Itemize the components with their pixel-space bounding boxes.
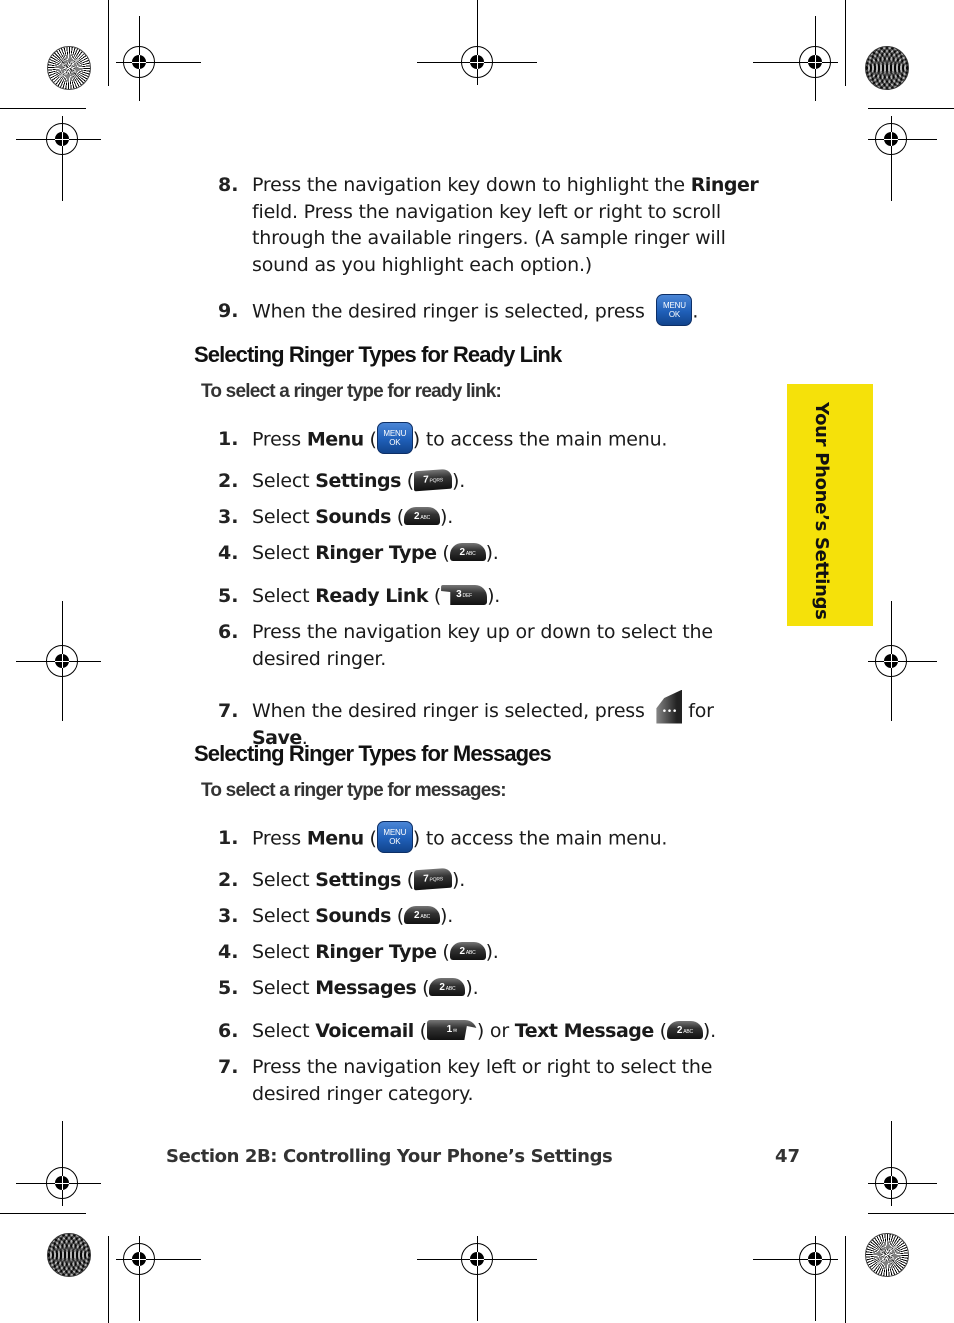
step-text: Select Messages (2ABC). (252, 977, 479, 999)
step-number: 7. (218, 1056, 239, 1078)
step-text: Press the navigation key down to highlig… (252, 174, 759, 276)
key-2-abc-icon: 2ABC (666, 1021, 703, 1039)
step-number: 2. (218, 869, 239, 891)
menu-ok-key-icon: MENU OK (656, 294, 693, 326)
trim-line (845, 1236, 846, 1323)
step-item: 4. Select Ringer Type (2ABC). (218, 540, 778, 570)
step-number: 7. (218, 700, 239, 722)
step-item: 8. Press the navigation key down to high… (218, 172, 778, 282)
footer-section-title: Section 2B: Controlling Your Phone’s Set… (166, 1146, 613, 1167)
trim-line (845, 0, 846, 86)
side-tab-label: Your Phone’s Settings (811, 402, 832, 620)
key-7-pqrs-icon: 7PQRS (414, 468, 453, 492)
trim-line (868, 108, 954, 109)
step-text: Select Ringer Type (2ABC). (252, 941, 499, 963)
moire-mark-icon (47, 1233, 91, 1277)
section-heading-messages: Selecting Ringer Types for Messages (194, 741, 552, 766)
step-text: Select Ringer Type (2ABC). (252, 542, 499, 564)
step-item: 9. When the desired ringer is selected, … (218, 294, 778, 328)
step-item: 7. When the desired ringer is selected, … (218, 689, 778, 749)
step-item: 7. Press the navigation key left or righ… (218, 1054, 778, 1110)
step-item: 5. Select Messages (2ABC). (218, 975, 778, 1005)
key-2-abc-icon: 2ABC (429, 978, 466, 996)
page-number: 47 (775, 1146, 801, 1167)
trim-line (108, 1236, 109, 1323)
softkey-icon: ••• (656, 689, 683, 724)
key-1-voicemail-icon: 1✉ (426, 1020, 477, 1040)
key-2-abc-icon: 2ABC (449, 942, 486, 960)
menu-ok-key-icon: MENU OK (376, 821, 413, 853)
starburst-mark-icon (47, 46, 91, 90)
key-2-abc-icon: 2ABC (449, 543, 486, 561)
step-item: 6. Press the navigation key up or down t… (218, 619, 778, 675)
step-number: 5. (218, 585, 239, 607)
trim-line (868, 1213, 954, 1214)
step-text: Press the navigation key up or down to s… (252, 621, 713, 670)
step-number: 6. (218, 621, 239, 643)
step-text: Select Settings (7PQRS). (252, 468, 466, 492)
starburst-mark-icon (865, 1233, 909, 1277)
step-text: Press Menu (MENU OK) to access the main m… (252, 422, 772, 454)
step-item: 1. Press Menu (MENU OK) to access the mai… (218, 422, 778, 456)
step-text: Select Sounds (2ABC). (252, 905, 454, 927)
step-text: When the desired ringer is selected, pre… (252, 294, 772, 326)
step-text: Select Sounds (2ABC). (252, 506, 454, 528)
step-item: 2. Select Settings (7PQRS). (218, 468, 778, 498)
step-number: 5. (218, 977, 239, 999)
step-item: 5. Select Ready Link (3DEF). (218, 583, 778, 613)
step-text: Select Voicemail (1✉) or Text Message (2… (252, 1020, 716, 1042)
step-number: 4. (218, 941, 239, 963)
trim-line (0, 1213, 86, 1214)
step-item: 3. Select Sounds (2ABC). (218, 903, 778, 933)
step-number: 3. (218, 506, 239, 528)
moire-mark-icon (865, 46, 909, 90)
step-number: 8. (218, 174, 239, 196)
step-number: 1. (218, 827, 239, 849)
step-text: Select Settings (7PQRS). (252, 867, 466, 891)
step-text: Press Menu (MENU OK) to access the main m… (252, 821, 772, 853)
field-name: Ringer (690, 174, 759, 196)
step-item: 4. Select Ringer Type (2ABC). (218, 939, 778, 969)
step-text: Select Ready Link (3DEF). (252, 585, 501, 607)
key-2-abc-icon: 2ABC (404, 906, 441, 924)
step-number: 3. (218, 905, 239, 927)
step-item: 3. Select Sounds (2ABC). (218, 504, 778, 534)
step-number: 1. (218, 428, 239, 450)
step-item: 6. Select Voicemail (1✉) or Text Message… (218, 1018, 778, 1048)
step-number: 4. (218, 542, 239, 564)
key-7-pqrs-icon: 7PQRS (414, 867, 453, 891)
step-number: 2. (218, 470, 239, 492)
step-item: 1. Press Menu (MENU OK) to access the mai… (218, 821, 778, 855)
section-side-tab: Your Phone’s Settings (787, 384, 873, 626)
procedure-label-messages: To select a ringer type for messages: (201, 780, 507, 801)
trim-line (108, 0, 109, 86)
step-number: 6. (218, 1020, 239, 1042)
key-2-abc-icon: 2ABC (404, 507, 441, 525)
procedure-label-ready-link: To select a ringer type for ready link: (201, 381, 502, 402)
step-item: 2. Select Settings (7PQRS). (218, 867, 778, 897)
step-number: 9. (218, 300, 239, 322)
trim-line (0, 108, 86, 109)
section-heading-ready-link: Selecting Ringer Types for Ready Link (194, 342, 562, 367)
step-text: Press the navigation key left or right t… (252, 1056, 713, 1105)
key-3-def-icon: 3DEF (441, 585, 488, 605)
menu-ok-key-icon: MENU OK (376, 422, 413, 454)
